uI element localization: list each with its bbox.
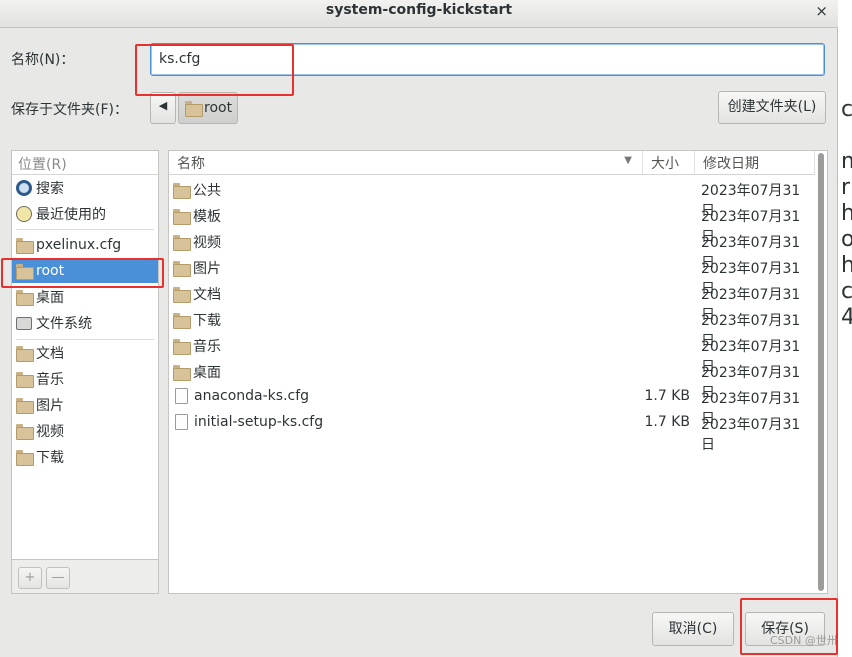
watermark: CSDN @世卅 [770,634,838,647]
scrollbar-thumb[interactable] [818,153,824,591]
path-button-label: root [204,100,233,116]
cancel-button[interactable]: 取消(C) [652,612,734,646]
table-row[interactable]: 下载 2023年07月31日 [169,306,814,349]
sort-down-icon: ▼ [624,155,632,166]
file-name: 视频 [193,235,221,251]
path-button-root[interactable]: root [178,92,238,124]
file-name: 桌面 [193,365,221,381]
title-bar[interactable]: system-config-kickstart × [0,0,838,28]
place-label: root [36,263,65,279]
place-label: 文件系统 [36,316,92,332]
remove-place-button[interactable]: — [46,567,70,589]
folder-icon [173,235,191,251]
place-label: 音乐 [36,372,64,388]
file-name: anaconda-ks.cfg [194,388,310,404]
place-item-downloads[interactable]: 下载 [12,445,158,469]
home-folder-icon [185,101,203,117]
window-title: system-config-kickstart [325,2,513,18]
home-folder-icon [16,264,34,280]
column-header-modified[interactable]: 修改日期 [695,151,815,175]
place-item-music[interactable]: 音乐 [12,367,158,391]
file-name-input[interactable]: ks.cfg [150,43,825,76]
background-window-text: c m r h o h c 4 [841,97,852,330]
place-label: 文档 [36,346,64,362]
folder-icon [173,287,191,303]
name-label: 名称(N)： [11,52,75,68]
column-label: 名称 [177,156,205,172]
table-row[interactable]: 视频 2023年07月31日 [169,228,814,271]
table-row[interactable]: 图片 2023年07月31日 [169,254,814,297]
add-place-button[interactable]: + [18,567,42,589]
place-item-filesystem[interactable]: 文件系统 [12,311,158,335]
folder-icon [16,238,34,254]
table-row[interactable]: 模板 2023年07月31日 [169,202,814,245]
places-toolbar: + — [11,560,159,594]
place-label: 最近使用的 [36,207,106,223]
places-header: 位置(R) [12,151,158,175]
file-name: initial-setup-ks.cfg [194,414,324,430]
folder-icon [173,313,191,329]
place-item-root[interactable]: root [12,259,158,283]
table-row[interactable]: initial-setup-ks.cfg 1.7 KB 2023年07月31日 [169,410,814,453]
place-label: 视频 [36,424,64,440]
save-in-label: 保存于文件夹(F)： [11,102,128,118]
folder-icon [16,398,34,414]
file-name: 下载 [193,313,221,329]
file-icon [175,388,188,404]
recent-icon [16,206,32,222]
place-item-recent[interactable]: 最近使用的 [12,202,158,226]
save-dialog: system-config-kickstart × 名称(N)： ks.cfg … [0,0,838,657]
place-item-documents[interactable]: 文档 [12,341,158,365]
places-sidebar: 位置(R) 搜索 最近使用的 pxelinux.cfg root 桌面 文件系统 [11,150,159,560]
desktop-folder-icon [16,290,34,306]
file-icon [175,414,188,430]
folder-icon [173,183,191,199]
table-row[interactable]: 桌面 2023年07月31日 [169,358,814,401]
place-item-desktop[interactable]: 桌面 [12,285,158,309]
folder-icon [173,365,191,381]
place-label: 桌面 [36,290,64,306]
file-name: 音乐 [193,339,221,355]
place-label: 下载 [36,450,64,466]
folder-icon [173,261,191,277]
chevron-left-icon: ◀ [158,99,168,112]
column-header-size[interactable]: 大小 [643,151,695,175]
table-row[interactable]: 公共 2023年07月31日 [169,176,814,219]
place-item-pxelinux[interactable]: pxelinux.cfg [12,233,158,257]
folder-icon [16,346,34,362]
place-label: pxelinux.cfg [36,237,122,253]
folder-icon [173,339,191,355]
place-item-pictures[interactable]: 图片 [12,393,158,417]
close-icon[interactable]: × [815,2,828,20]
table-row[interactable]: 文档 2023年07月31日 [169,280,814,323]
file-name: 公共 [193,183,221,199]
place-label: 图片 [36,398,64,414]
column-header-name[interactable]: 名称 ▼ [169,151,643,175]
file-size: 1.7 KB [644,414,691,430]
places-divider [16,339,154,340]
create-folder-button[interactable]: 创建文件夹(L) [718,91,826,124]
file-name: 图片 [193,261,221,277]
table-row[interactable]: 音乐 2023年07月31日 [169,332,814,375]
table-row[interactable]: anaconda-ks.cfg 1.7 KB 2023年07月31日 [169,384,814,427]
folder-icon [16,372,34,388]
folder-icon [16,424,34,440]
folder-icon [16,450,34,466]
folder-icon [173,209,191,225]
file-list: 名称 ▼ 大小 修改日期 公共 2023年07月31日 模板 2023年07月3… [168,150,828,594]
place-label: 搜索 [36,181,64,197]
file-name: 模板 [193,209,221,225]
drive-icon [16,316,32,330]
place-item-videos[interactable]: 视频 [12,419,158,443]
places-divider [16,229,154,230]
vertical-scrollbar[interactable] [817,153,825,591]
file-name: 文档 [193,287,221,303]
place-item-search[interactable]: 搜索 [12,176,158,200]
search-icon [16,180,32,196]
path-back-button[interactable]: ◀ [150,92,176,124]
file-size: 1.7 KB [644,388,691,404]
file-date: 2023年07月31日 [701,417,801,453]
